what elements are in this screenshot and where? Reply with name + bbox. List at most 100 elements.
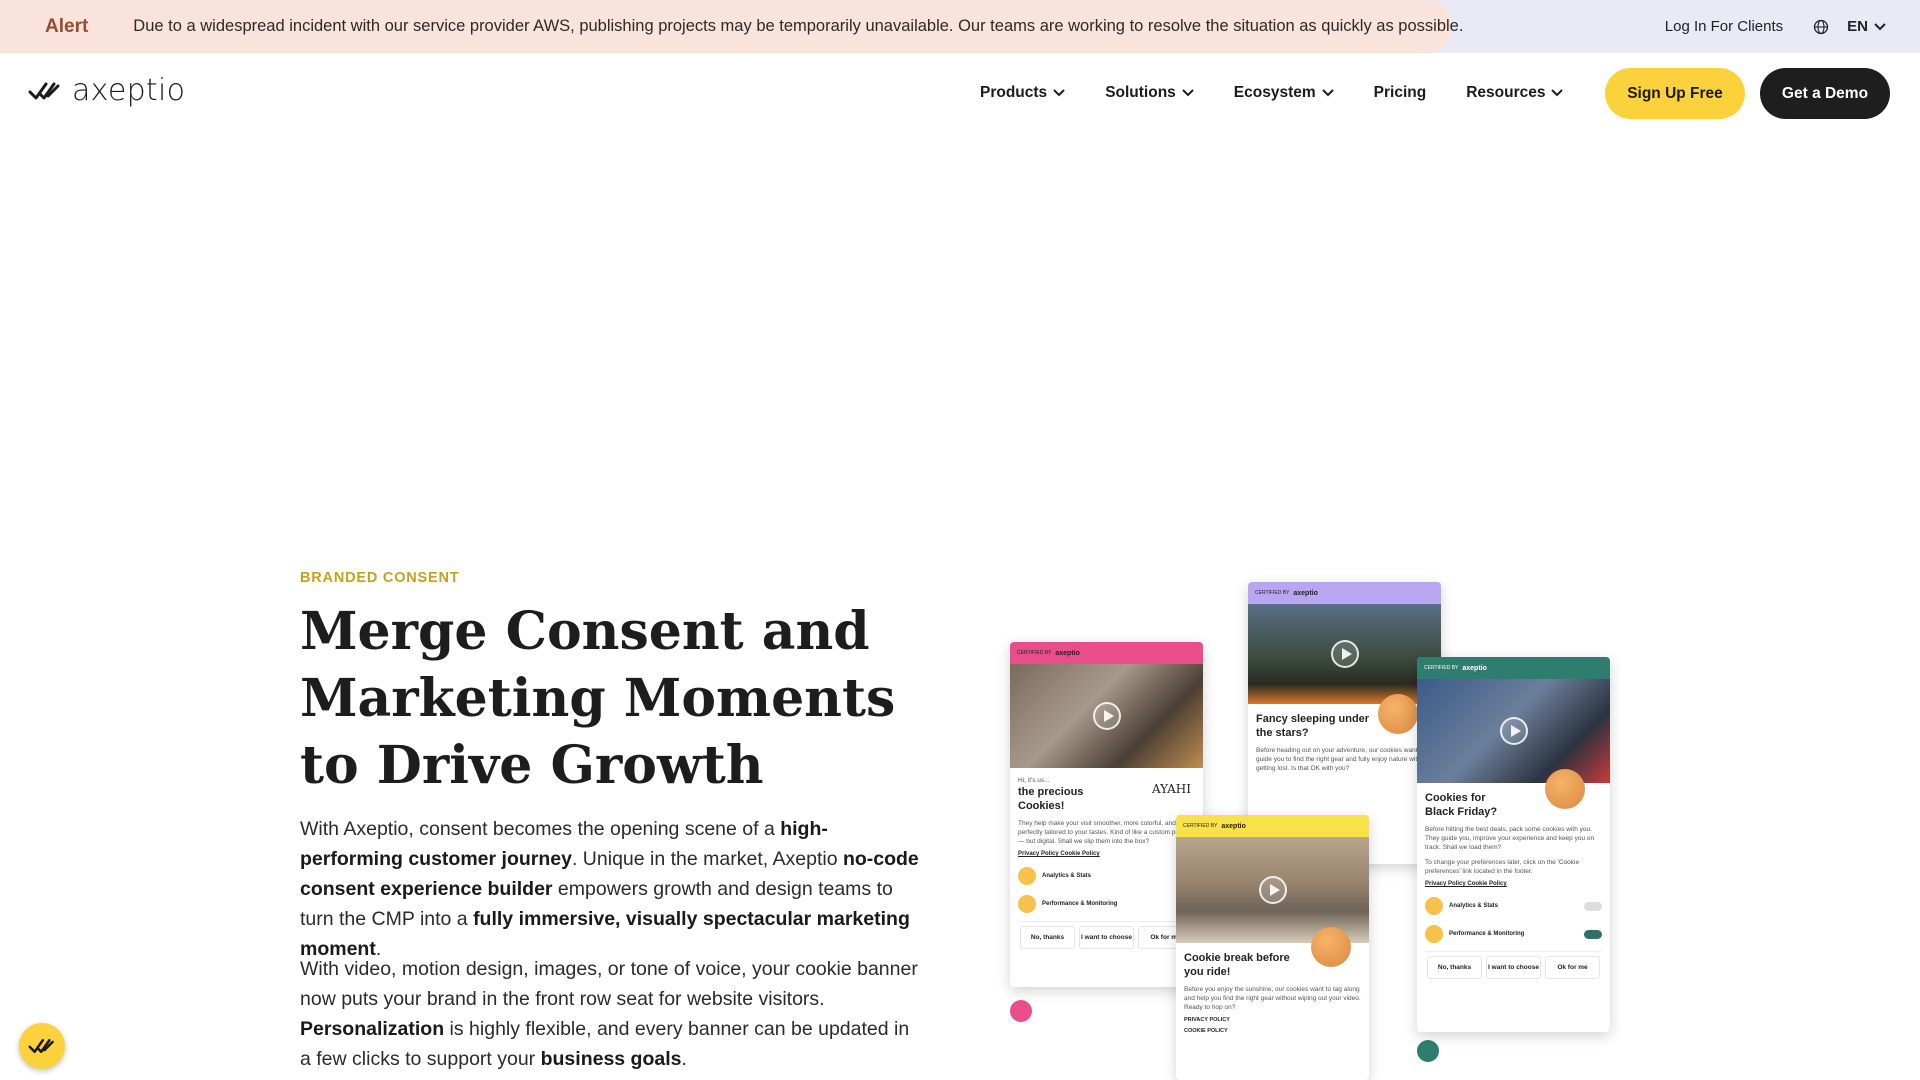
card-buttons: No, thanks I want to choose Ok for me [1018,921,1195,953]
chevron-down-icon [1321,89,1334,97]
nav-solutions-label: Solutions [1105,84,1176,101]
p2-text-1: With video, motion design, images, or to… [300,958,918,1010]
globe-icon[interactable] [1813,19,1829,35]
nav-ecosystem-label: Ecosystem [1233,84,1316,101]
alert-banner: Alert Due to a widespread incident with … [0,0,1463,53]
brand-logo[interactable]: axeptio [28,73,185,108]
no-thanks-button[interactable]: No, thanks [1427,956,1482,979]
nav-products-label: Products [980,84,1048,101]
card-text: Before you enjoy the sunshine, our cooki… [1184,986,1361,1011]
get-a-demo-button[interactable]: Get a Demo [1760,68,1890,119]
consent-row: Analytics & Stats [1018,867,1195,885]
sign-up-free-button[interactable]: Sign Up Free [1605,68,1745,119]
p2-bold-2: business goals [540,1048,682,1070]
certified-label: CERTIFIED BY [1424,665,1459,671]
card-title: Cookie break before you ride! [1184,952,1290,978]
alert-bar: Alert Due to a widespread incident with … [0,0,1920,53]
axeptio-widget-button[interactable] [19,1023,65,1069]
p1-text-1: With Axeptio, consent becomes the openin… [300,818,781,840]
nav-resources[interactable]: Resources [1466,84,1564,102]
chevron-down-icon [1551,89,1564,97]
card-header: CERTIFIED BY axeptio [1010,642,1203,664]
analytics-icon [1018,867,1036,885]
play-icon[interactable] [1092,702,1121,730]
hero-headline: Merge Consent and Marketing Moments to D… [300,601,896,796]
consent-row: Performance & Monitoring [1425,925,1602,943]
card-title: Fancy sleeping under the stars? [1256,713,1370,739]
card-intro: Hi, it's us... [1018,777,1050,784]
certified-label: CERTIFIED BY [1183,823,1218,829]
ok-for-me-button[interactable]: Ok for me [1545,956,1600,979]
language-selector[interactable]: EN [1847,18,1886,35]
main-navbar: axeptio Products Solutions Ecosystem Pri… [0,53,1920,133]
nav-products[interactable]: Products [980,84,1065,102]
axeptio-logo-icon [28,1039,54,1053]
alert-message: Due to a widespread incident with our se… [133,17,1464,35]
hero-paragraph-2: With video, motion design, images, or to… [300,954,920,1074]
card-text: They help make your visit smoother, more… [1018,820,1188,845]
cookie-mascot [1311,927,1351,967]
analytics-toggle[interactable] [1584,901,1602,911]
jewelry-photo [1010,664,1203,768]
card-links[interactable]: Privacy Policy Cookie Policy [1018,851,1195,857]
top-utility-nav: Log In For Clients EN [1665,0,1920,53]
mini-brand: axeptio [1462,664,1487,672]
row-label: Performance & Monitoring [1042,901,1118,907]
row-label: Performance & Monitoring [1449,931,1525,937]
performance-icon [1018,895,1036,913]
analytics-icon [1425,897,1443,915]
privacy-policy-link[interactable]: PRIVACY POLICY [1184,1017,1361,1023]
card-links[interactable]: Privacy Policy Cookie Policy [1425,881,1602,887]
axeptio-logo-icon [28,82,60,99]
chevron-down-icon [1182,89,1194,97]
want-to-choose-button[interactable]: I want to choose [1486,956,1541,979]
chevron-down-icon [1053,89,1065,97]
nav-resources-label: Resources [1466,84,1546,101]
card-header: CERTIFIED BY axeptio [1176,815,1369,837]
banner-card-yellow: CERTIFIED BY axeptio Cookie break before… [1176,815,1369,1080]
language-label: EN [1847,18,1868,35]
play-icon[interactable] [1499,717,1528,745]
card-text: Before hitting the best deals, pack some… [1425,826,1595,851]
cookie-mascot [1545,769,1585,809]
cookie-policy-link[interactable]: COOKIE POLICY [1184,1028,1361,1034]
nav-ecosystem[interactable]: Ecosystem [1234,84,1334,102]
play-icon[interactable] [1330,640,1359,668]
card-title: the precious Cookies! [1018,786,1084,812]
card-header: CERTIFIED BY axeptio [1248,582,1441,604]
want-to-choose-button[interactable]: I want to choose [1079,926,1134,949]
mini-brand: axeptio [1293,589,1318,597]
row-label: Analytics & Stats [1449,903,1499,909]
p2-bold-1: Personalization [300,1018,445,1040]
consent-row: Analytics & Stats [1425,897,1602,915]
campfire-photo [1248,604,1441,704]
performance-icon [1425,925,1443,943]
surfers-photo [1176,837,1369,943]
banner-card-pink: CERTIFIED BY axeptio Hi, it's us... the … [1010,642,1203,987]
certified-label: CERTIFIED BY [1255,590,1290,596]
card-text-2: To change your preferences later, click … [1425,859,1580,875]
row-label: Analytics & Stats [1042,873,1092,879]
card-title: Cookies for Black Friday? [1425,792,1498,818]
alert-title: Alert [45,15,89,37]
primary-nav: Products Solutions Ecosystem Pricing Res… [980,53,1564,133]
cookie-mascot [1378,694,1418,734]
pink-badge-icon [1010,1000,1032,1022]
consent-row: Performance & Monitoring [1018,895,1195,913]
login-for-clients-link[interactable]: Log In For Clients [1665,18,1783,35]
chevron-down-icon [1874,22,1886,30]
card-text: Before heading out on your adventure, ou… [1256,747,1430,772]
nav-solutions[interactable]: Solutions [1105,84,1194,102]
mini-brand: axeptio [1221,822,1246,830]
p2-text-3: . [681,1048,687,1070]
performance-toggle[interactable] [1584,929,1602,939]
banner-card-green: CERTIFIED BY axeptio Cookies for Black F… [1417,657,1610,1032]
no-thanks-button[interactable]: No, thanks [1020,926,1075,949]
nav-pricing[interactable]: Pricing [1374,84,1427,102]
certified-label: CERTIFIED BY [1017,650,1052,656]
brand-name: axeptio [72,73,186,108]
card-body: Cookies for Black Friday? Before hitting… [1417,783,1610,991]
ayahi-logo: AYAHI [1151,782,1191,796]
card-header: CERTIFIED BY axeptio [1417,657,1610,679]
play-icon[interactable] [1258,876,1287,904]
